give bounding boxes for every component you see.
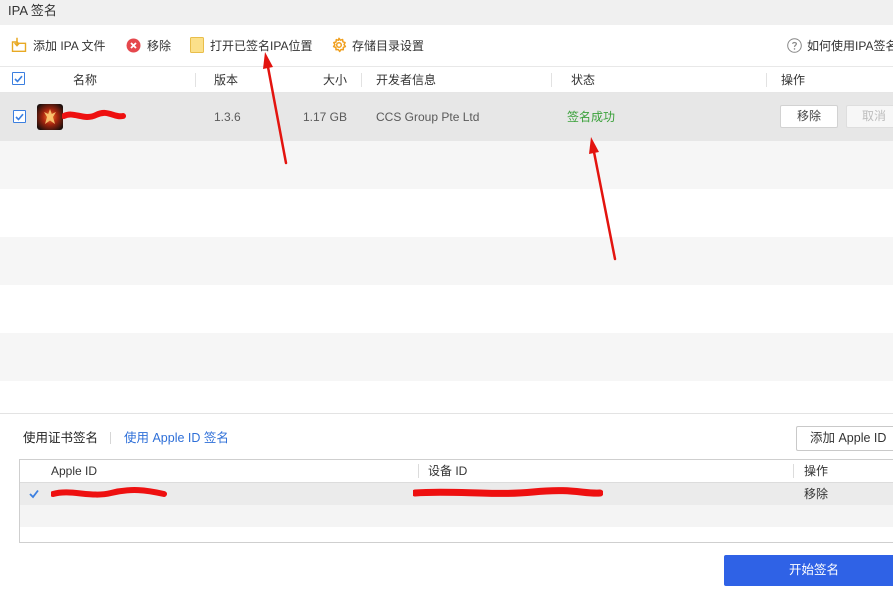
column-header-developer[interactable]: 开发者信息 xyxy=(376,73,436,87)
column-separator xyxy=(766,73,767,87)
help-icon xyxy=(787,37,802,53)
folder-icon xyxy=(190,37,204,53)
section-divider xyxy=(0,413,893,414)
redaction-mark xyxy=(62,109,126,120)
row-cancel-button[interactable]: 取消 xyxy=(846,105,893,128)
help-label: 如何使用IPA签名 xyxy=(807,38,893,53)
gear-icon xyxy=(331,37,347,53)
column-separator xyxy=(195,73,196,87)
checkmark-icon xyxy=(15,113,24,121)
storage-settings-label: 存储目录设置 xyxy=(352,38,425,53)
column-header-status[interactable]: 状态 xyxy=(571,73,595,87)
column-header-apple-id[interactable]: Apple ID xyxy=(51,464,97,478)
column-header-version[interactable]: 版本 xyxy=(214,73,238,87)
table-row-empty xyxy=(0,189,893,237)
column-header-name[interactable]: 名称 xyxy=(73,73,97,87)
table-row-empty xyxy=(0,141,893,189)
table-row-empty xyxy=(0,237,893,285)
ipa-version: 1.3.6 xyxy=(214,110,241,124)
column-header-actions: 操作 xyxy=(781,73,806,87)
tab-apple-id-sign[interactable]: 使用 Apple ID 签名 xyxy=(124,430,229,446)
add-ipa-label: 添加 IPA 文件 xyxy=(33,38,106,53)
tab-separator xyxy=(110,432,111,444)
column-separator xyxy=(361,73,362,87)
row-remove-button[interactable]: 移除 xyxy=(780,105,838,128)
remove-button[interactable]: 移除 xyxy=(126,36,171,54)
open-signed-location-button[interactable]: 打开已签名IPA位置 xyxy=(190,36,312,54)
apple-id-row[interactable]: 移除 xyxy=(20,483,893,505)
tab-certificate-sign[interactable]: 使用证书签名 xyxy=(23,430,98,446)
checkmark-icon xyxy=(14,75,23,83)
title-bar: IPA 签名 xyxy=(0,0,893,25)
column-header-actions: 操作 xyxy=(804,464,829,478)
apple-id-table-header: Apple ID 设备 ID 操作 xyxy=(20,460,893,483)
column-separator xyxy=(551,73,552,87)
row-checkbox[interactable] xyxy=(13,110,26,123)
help-link[interactable]: 如何使用IPA签名 xyxy=(787,36,893,54)
select-all-checkbox[interactable] xyxy=(12,72,25,85)
ipa-developer: CCS Group Pte Ltd xyxy=(376,110,480,124)
ipa-size: 1.17 GB xyxy=(302,110,347,124)
apple-id-table: Apple ID 设备 ID 操作 移除 xyxy=(19,459,893,543)
apple-id-remove-button[interactable]: 移除 xyxy=(804,487,828,501)
app-icon xyxy=(37,104,63,130)
selected-check-icon xyxy=(29,488,39,502)
start-sign-button[interactable]: 开始签名 xyxy=(724,555,893,586)
redaction-mark xyxy=(51,487,167,498)
status-badge: 签名成功 xyxy=(567,110,616,124)
column-header-size[interactable]: 大小 xyxy=(323,73,347,87)
window-title: IPA 签名 xyxy=(8,3,57,18)
column-separator xyxy=(793,464,794,478)
toolbar: 添加 IPA 文件 移除 打开已签名IPA位置 存储目录设置 如何使用IPA签名 xyxy=(0,25,893,66)
storage-settings-button[interactable]: 存储目录设置 xyxy=(331,36,424,54)
add-apple-id-button[interactable]: 添加 Apple ID xyxy=(796,426,893,451)
ipa-table-header: 名称 版本 大小 开发者信息 状态 操作 xyxy=(0,66,893,93)
column-separator xyxy=(418,464,419,478)
remove-icon xyxy=(126,38,141,53)
table-row-empty xyxy=(0,285,893,333)
remove-label: 移除 xyxy=(147,38,172,53)
folder-add-icon xyxy=(11,37,27,53)
table-row-empty xyxy=(0,333,893,381)
ipa-table-row[interactable]: 1.3.6 1.17 GB CCS Group Pte Ltd 签名成功 移除 … xyxy=(0,93,893,141)
redaction-mark xyxy=(413,487,603,497)
open-signed-location-label: 打开已签名IPA位置 xyxy=(210,38,313,53)
add-ipa-button[interactable]: 添加 IPA 文件 xyxy=(11,36,105,54)
table-row-empty xyxy=(20,505,893,527)
column-header-device-id[interactable]: 设备 ID xyxy=(428,464,467,478)
